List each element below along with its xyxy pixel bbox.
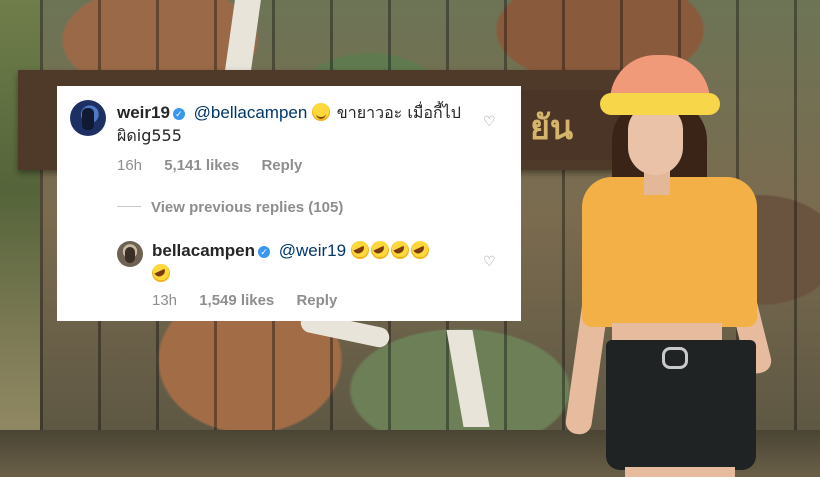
rolling-laughing-emoji-icon [410,241,429,259]
likes-count[interactable]: 5,141 likes [164,157,239,174]
verified-badge-icon: ✓ [172,108,185,120]
comment-meta: 16h 5,141 likes Reply [117,157,320,174]
rolling-laughing-emoji-icon [370,241,389,259]
face [628,105,683,175]
mention-link[interactable]: @weir19 [279,241,346,260]
comment-time: 16h [117,157,143,174]
view-previous-label: View previous replies (105) [151,199,344,216]
avatar-figure [125,247,135,263]
reply-text: bellacampen ✓ @weir19 [152,239,492,285]
divider-line [117,206,141,207]
avatar-figure [82,108,94,130]
reply-meta: 13h 1,549 likes Reply [152,292,355,309]
avatar-weir19[interactable] [70,100,106,136]
woman-figure [564,55,774,477]
avatar-bellacampen[interactable] [117,241,143,267]
username-link[interactable]: weir19 [117,103,170,122]
orange-top [582,177,757,327]
mention-link[interactable]: @bellacampen [194,103,308,122]
like-heart-icon[interactable]: ♡ [483,254,497,268]
username-link[interactable]: bellacampen [152,241,255,260]
reply-button[interactable]: Reply [296,292,337,309]
likes-count[interactable]: 1,549 likes [199,292,274,309]
rolling-laughing-emoji-icon [152,264,170,282]
view-previous-replies-button[interactable]: View previous replies (105) [117,199,343,216]
rolling-laughing-emoji-icon [350,241,369,259]
wall-sign-text: ยัน [530,108,574,148]
rolling-laughing-emoji-icon [390,241,409,259]
reply-button[interactable]: Reply [261,157,302,174]
belt-buckle [662,347,688,369]
smiling-face-emoji-icon [312,103,331,121]
bucket-hat-brim [600,93,720,115]
comment-text: weir19 ✓ @bellacampen ขายาวอะ เมื่อกี้ไปผ… [117,101,477,147]
comment-time: 13h [152,292,178,309]
verified-badge-icon: ✓ [258,246,270,258]
legs [625,467,735,477]
comments-panel: weir19 ✓ @bellacampen ขายาวอะ เมื่อกี้ไปผ… [57,86,521,321]
like-heart-icon[interactable]: ♡ [483,114,497,128]
